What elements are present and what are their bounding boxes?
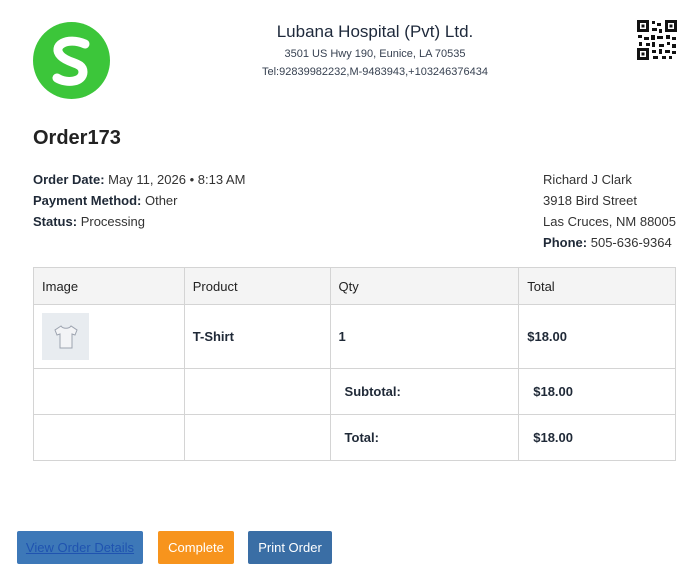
tshirt-icon	[53, 324, 78, 348]
customer-phone-value: 505-636-9364	[590, 235, 672, 250]
subtotal-label: Subtotal:	[329, 368, 520, 415]
item-qty: 1	[329, 304, 520, 369]
order-title: Order173	[33, 127, 121, 149]
company-header: Lubana Hospital (Pvt) Ltd. 3501 US Hwy 1…	[190, 22, 560, 78]
column-header-image: Image	[33, 267, 185, 305]
payment-method: Payment Method: Other	[33, 192, 245, 213]
table-row: T-Shirt 1 $18.00	[33, 304, 676, 369]
order-status: Status: Processing	[33, 213, 245, 234]
order-items-table: Image Product Qty Total T-Shirt 1 $18.00…	[33, 267, 676, 461]
company-address: 3501 US Hwy 190, Eunice, LA 70535	[284, 48, 466, 60]
subtotal-value: $18.00	[518, 368, 676, 415]
customer-info: Richard J Clark 3918 Bird Street Las Cru…	[543, 171, 676, 255]
order-date-value: May 11, 2026 • 8:13 AM	[108, 172, 246, 187]
customer-name: Richard J Clark	[543, 172, 632, 187]
customer-phone-label: Phone:	[543, 235, 588, 250]
customer-city: Las Cruces, NM 88005	[543, 214, 676, 229]
total-row: Total: $18.00	[33, 414, 676, 461]
order-meta: Order Date: May 11, 2026 • 8:13 AM Payme…	[33, 171, 245, 234]
product-thumbnail[interactable]	[42, 313, 89, 360]
table-header-row: Image Product Qty Total	[33, 267, 676, 305]
item-product: T-Shirt	[183, 304, 331, 369]
company-name: Lubana Hospital (Pvt) Ltd.	[276, 22, 474, 41]
order-date-label: Order Date:	[33, 172, 105, 187]
company-phone: Tel:92839982232,M-9483943,+103246376434	[261, 66, 488, 78]
status-value: Processing	[80, 214, 145, 229]
total-label: Total:	[329, 414, 520, 461]
view-order-details-button[interactable]: View Order Details	[17, 531, 143, 564]
column-header-total: Total	[518, 267, 676, 305]
subtotal-row: Subtotal: $18.00	[33, 368, 676, 415]
status-label: Status:	[33, 214, 78, 229]
customer-phone: Phone: 505-636-9364	[543, 234, 676, 255]
payment-method-value: Other	[144, 193, 178, 208]
column-header-product: Product	[183, 267, 331, 305]
column-header-qty: Qty	[329, 267, 520, 305]
item-total: $18.00	[518, 304, 676, 369]
complete-button[interactable]: Complete	[158, 531, 234, 564]
customer-street: 3918 Bird Street	[543, 193, 637, 208]
company-logo	[33, 22, 110, 99]
item-image-cell	[33, 304, 185, 369]
print-order-button[interactable]: Print Order	[248, 531, 332, 564]
total-value: $18.00	[518, 414, 676, 461]
order-date: Order Date: May 11, 2026 • 8:13 AM	[33, 171, 245, 192]
qr-code-icon	[637, 20, 677, 60]
logo-s-icon	[52, 36, 90, 86]
payment-method-label: Payment Method:	[33, 193, 142, 208]
